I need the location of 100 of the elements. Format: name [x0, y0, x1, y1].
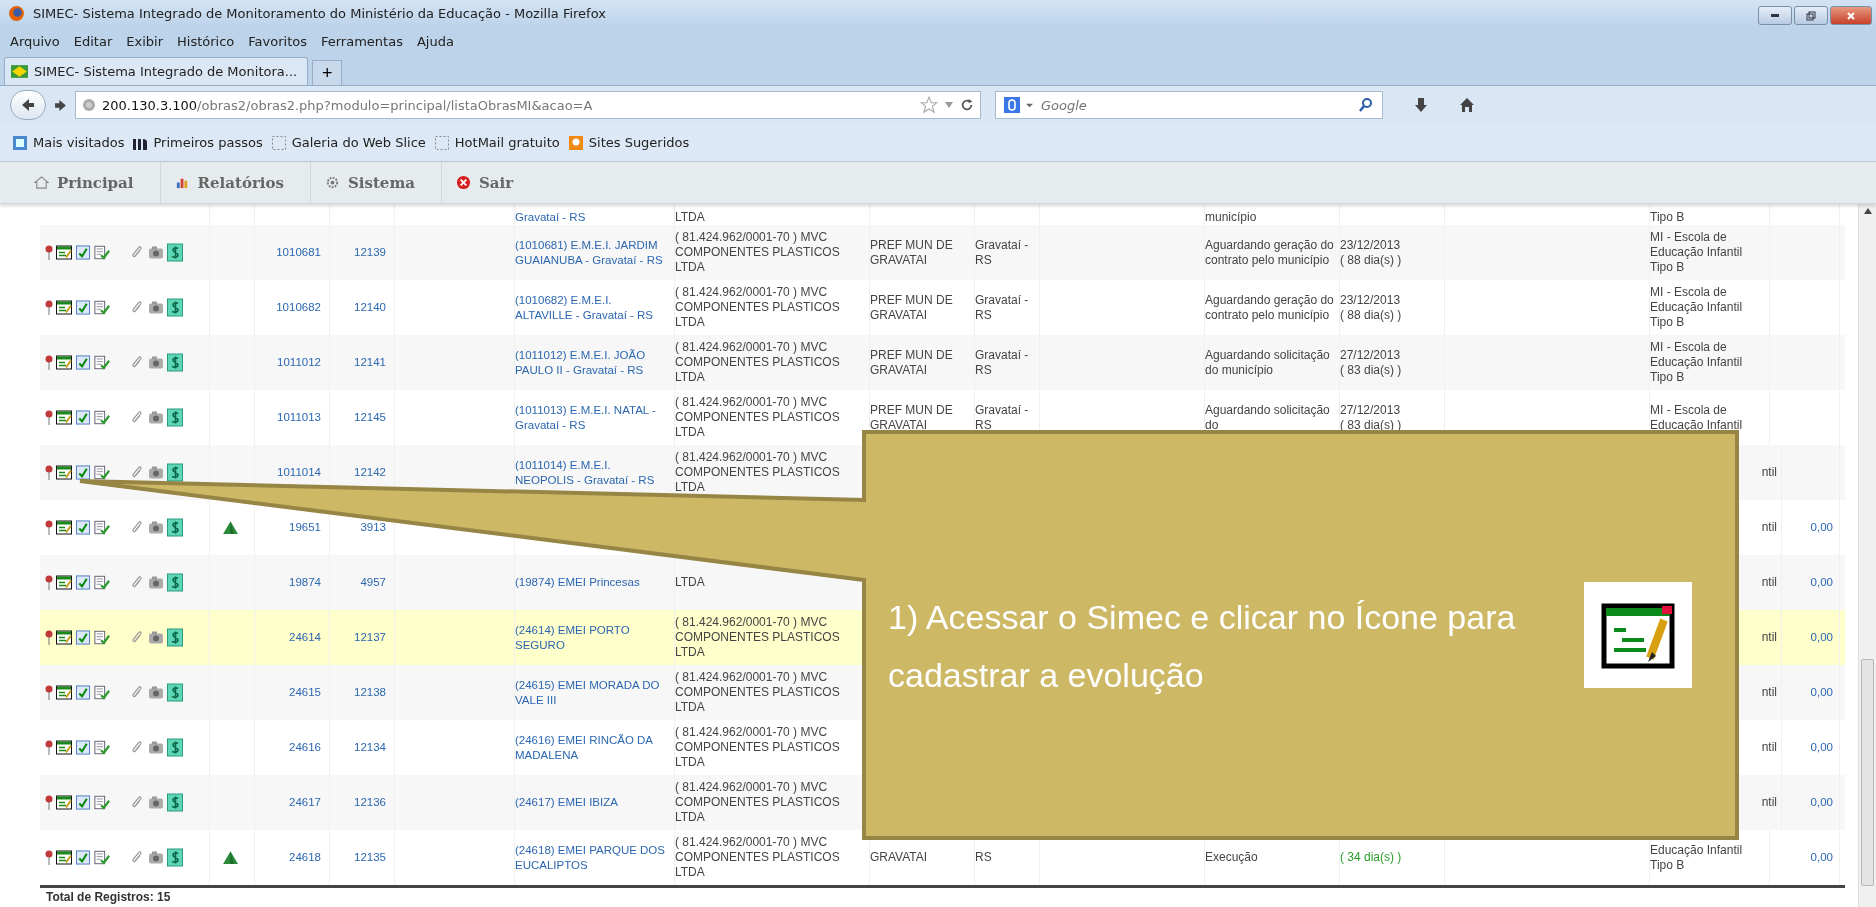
close-button[interactable]: [1830, 6, 1872, 25]
camera-icon[interactable]: [148, 740, 164, 755]
work-code-link[interactable]: 4957: [360, 575, 386, 590]
map-pin-icon[interactable]: [45, 739, 53, 756]
checklist-icon[interactable]: [94, 465, 110, 480]
map-pin-icon[interactable]: [45, 244, 53, 261]
record-id-link[interactable]: 1011014: [277, 465, 321, 480]
browser-tab[interactable]: SIMEC- Sistema Integrado de Monitora...: [4, 57, 309, 85]
school-name-link[interactable]: (1011014) E.M.E.I. NEOPOLIS - Gravataí - RS: [515, 457, 670, 488]
dollar-icon[interactable]: [167, 793, 183, 812]
camera-icon[interactable]: [148, 795, 164, 810]
paperclip-icon[interactable]: [129, 245, 145, 260]
bookmark-link[interactable]: HotMail gratuito: [433, 134, 560, 151]
checklist-icon[interactable]: [94, 850, 110, 865]
map-pin-icon[interactable]: [45, 299, 53, 316]
map-pin-icon[interactable]: [45, 519, 53, 536]
menu-item[interactable]: Ferramentas: [320, 33, 403, 49]
school-name-link[interactable]: (24614) EMEI PORTO SEGURO: [515, 622, 670, 653]
work-code-link[interactable]: 3913: [360, 520, 386, 535]
camera-icon[interactable]: [148, 630, 164, 645]
work-code-link[interactable]: 12137: [354, 630, 386, 645]
search-icon[interactable]: [1358, 97, 1374, 113]
school-name-link[interactable]: (24616) EMEI RINCÃO DA MADALENA: [515, 732, 670, 763]
map-pin-icon[interactable]: [45, 574, 53, 591]
dollar-icon[interactable]: [167, 848, 183, 867]
camera-icon[interactable]: [148, 355, 164, 370]
map-pin-icon[interactable]: [45, 354, 53, 371]
school-name-link[interactable]: (1011013) E.M.E.I. NATAL - Gravataí - RS: [515, 402, 670, 433]
dropdown-icon[interactable]: [944, 100, 954, 110]
menu-item[interactable]: Favoritos: [248, 33, 307, 49]
value-link[interactable]: 0,00: [1810, 685, 1833, 700]
paperclip-icon[interactable]: [129, 465, 145, 480]
form-edit-icon[interactable]: [56, 300, 72, 315]
bookmark-link[interactable]: Sites Sugeridos: [567, 134, 690, 151]
map-pin-icon[interactable]: [45, 629, 53, 646]
checked-document-icon[interactable]: [75, 740, 91, 755]
bookmark-link[interactable]: Mais visitados: [12, 134, 125, 151]
checklist-icon[interactable]: [94, 575, 110, 590]
paperclip-icon[interactable]: [129, 630, 145, 645]
checklist-icon[interactable]: [94, 685, 110, 700]
checked-document-icon[interactable]: [75, 300, 91, 315]
map-pin-icon[interactable]: [45, 849, 53, 866]
work-code-link[interactable]: 12135: [354, 850, 386, 865]
camera-icon[interactable]: [148, 850, 164, 865]
form-edit-icon[interactable]: [56, 410, 72, 425]
record-id-link[interactable]: 24616: [289, 740, 321, 755]
camera-icon[interactable]: [148, 685, 164, 700]
record-id-link[interactable]: 1010681: [276, 245, 321, 260]
minimize-button[interactable]: [1758, 6, 1792, 25]
scroll-up-icon[interactable]: [1863, 208, 1872, 214]
checked-document-icon[interactable]: [75, 410, 91, 425]
paperclip-icon[interactable]: [129, 685, 145, 700]
checklist-icon[interactable]: [94, 245, 110, 260]
work-code-link[interactable]: 12139: [354, 245, 386, 260]
checklist-icon[interactable]: [94, 795, 110, 810]
forward-arrow-icon[interactable]: [54, 98, 67, 112]
back-button[interactable]: [10, 90, 46, 120]
checked-document-icon[interactable]: [75, 355, 91, 370]
paperclip-icon[interactable]: [129, 520, 145, 535]
dollar-icon[interactable]: [167, 353, 183, 372]
bookmark-link[interactable]: Primeiros passos: [132, 134, 263, 151]
map-pin-icon[interactable]: [45, 794, 53, 811]
form-edit-icon[interactable]: [56, 520, 72, 535]
value-link[interactable]: 0,00: [1810, 520, 1833, 535]
checked-document-icon[interactable]: [75, 520, 91, 535]
checked-document-icon[interactable]: [75, 795, 91, 810]
restore-button[interactable]: [1794, 6, 1828, 25]
dollar-icon[interactable]: [167, 573, 183, 592]
nav-menu-item[interactable]: Relatórios: [160, 162, 311, 203]
dollar-icon[interactable]: [167, 628, 183, 647]
dollar-icon[interactable]: [167, 683, 183, 702]
form-edit-icon[interactable]: [56, 575, 72, 590]
work-code-link[interactable]: 12140: [354, 300, 386, 315]
record-id-link[interactable]: 19651: [289, 520, 321, 535]
form-edit-icon[interactable]: [56, 355, 72, 370]
paperclip-icon[interactable]: [129, 740, 145, 755]
checked-document-icon[interactable]: [75, 465, 91, 480]
paperclip-icon[interactable]: [129, 575, 145, 590]
form-edit-icon[interactable]: [56, 245, 72, 260]
form-edit-icon[interactable]: [56, 850, 72, 865]
record-id-link[interactable]: 1010682: [276, 300, 321, 315]
checklist-icon[interactable]: [94, 355, 110, 370]
work-code-link[interactable]: 12134: [354, 740, 386, 755]
paperclip-icon[interactable]: [129, 850, 145, 865]
menu-item[interactable]: Histórico: [177, 33, 235, 49]
record-id-link[interactable]: 19874: [289, 575, 321, 590]
value-link[interactable]: 0,00: [1810, 740, 1833, 755]
school-name-link[interactable]: (1010682) E.M.E.I. ALTAVILLE - Gravataí - RS: [515, 292, 670, 323]
menu-item[interactable]: Arquivo: [10, 33, 60, 49]
work-code-link[interactable]: 12142: [354, 465, 386, 480]
work-code-link[interactable]: 12141: [354, 355, 386, 370]
dollar-icon[interactable]: [167, 298, 183, 317]
map-pin-icon[interactable]: [45, 409, 53, 426]
record-id-link[interactable]: 24617: [289, 795, 321, 810]
bookmark-link[interactable]: Galeria do Web Slice: [270, 134, 426, 151]
form-edit-icon[interactable]: [56, 630, 72, 645]
address-field[interactable]: 200.130.3.100/obras2/obras2.php?modulo=principal/listaObrasMI&acao=A: [75, 91, 981, 119]
work-code-link[interactable]: 12136: [354, 795, 386, 810]
work-code-link[interactable]: 12145: [354, 410, 386, 425]
school-name-link[interactable]: (24618) EMEI PARQUE DOS EUCALIPTOS: [515, 842, 670, 873]
